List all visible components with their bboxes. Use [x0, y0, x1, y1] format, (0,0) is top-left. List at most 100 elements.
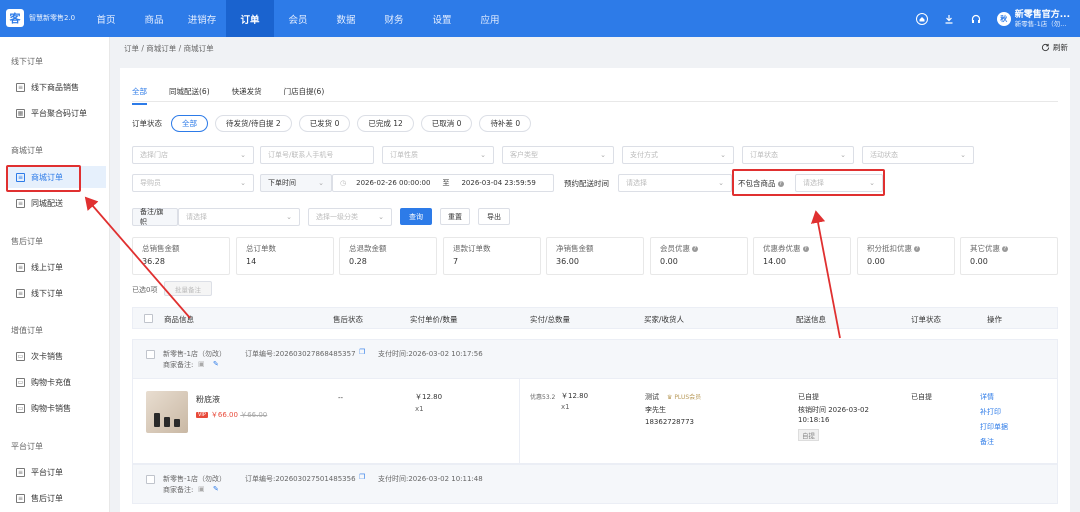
verify-time-clock: 10:18:16 — [798, 416, 830, 424]
tab-divider — [132, 101, 1058, 102]
image-icon: ▣ — [198, 485, 205, 493]
stat-card: 积分抵扣优惠? 0.00 — [857, 237, 955, 275]
image-icon: ▣ — [198, 360, 205, 368]
order-group-header: 新零售-1店（勿改） 订单编号:202603027501485356 ❐ 支付时… — [132, 464, 1058, 504]
order-nature-select[interactable]: 订单性质 ⌄ — [382, 146, 494, 164]
remark-type-select[interactable]: 备注/旗帜 — [132, 208, 178, 226]
order-number: 订单编号:202603027501485356 — [245, 475, 356, 483]
order-search-input[interactable]: 订单号/联系人手机号 — [260, 146, 374, 164]
document-icon: ≡ — [16, 288, 25, 298]
status-pill-price-diff[interactable]: 待补差 0 — [479, 115, 532, 132]
customer-type-select[interactable]: 客户类型 ⌄ — [502, 146, 614, 164]
app-logo[interactable]: 客 智慧新零售2.0 — [6, 9, 75, 27]
nav-finance[interactable]: 财务 — [370, 0, 418, 37]
nav-apps[interactable]: 应用 — [466, 0, 514, 37]
nav-settings[interactable]: 设置 — [418, 0, 466, 37]
status-pill-completed[interactable]: 已完成 12 — [357, 115, 414, 132]
activity-status-select[interactable]: 活动状态 ⌄ — [862, 146, 974, 164]
date-range-picker[interactable]: ◷ 2026-02-26 00:00:00 至 2026-03-04 23:59… — [332, 174, 554, 192]
crown-icon: ♛ — [667, 394, 673, 401]
nav-members[interactable]: 会员 — [274, 0, 322, 37]
sidebar-item-local-delivery[interactable]: ≡ 同城配送 — [8, 192, 106, 214]
print-receipt-link[interactable]: 打印单据 — [980, 422, 1008, 432]
order-checkbox[interactable] — [146, 475, 155, 484]
card-icon: ▭ — [16, 351, 25, 361]
sidebar-item-shopping-card-sales[interactable]: ▭ 购物卡销售 — [8, 397, 106, 419]
table-row: 粉底液 VIP ￥66.00 ￥66.00 -- ￥12.80 x1 优惠53.2… — [132, 379, 1058, 464]
remark-link[interactable]: 备注 — [980, 437, 994, 447]
sidebar-item-card-sales[interactable]: ▭ 次卡销售 — [8, 345, 106, 367]
reset-button[interactable]: 重置 — [440, 208, 470, 225]
copy-icon[interactable]: ❐ — [359, 473, 365, 481]
detail-link[interactable]: 详情 — [980, 392, 994, 402]
nav-inventory[interactable]: 进销存 — [178, 0, 226, 37]
edit-icon[interactable]: ✎ — [213, 360, 219, 368]
home-icon[interactable] — [915, 12, 928, 25]
sidebar-item-platform-orders[interactable]: ≡ 平台订单 — [8, 461, 106, 483]
sidebar-section-title: 售后订单 — [11, 237, 43, 246]
sidebar-item-after-sale-orders[interactable]: ≡ 售后订单 — [8, 487, 106, 509]
batch-remark-button[interactable]: 批量备注 — [164, 281, 212, 296]
category-select[interactable]: 选择一级分类 ⌄ — [308, 208, 392, 226]
delivery-time-select[interactable]: 请选择 ⌄ — [618, 174, 732, 192]
tab-local-delivery[interactable]: 同城配送(6) — [169, 86, 210, 105]
tab-all[interactable]: 全部 — [132, 86, 147, 105]
guide-select[interactable]: 导购员 ⌄ — [132, 174, 254, 192]
download-icon[interactable] — [943, 13, 955, 25]
nav-data[interactable]: 数据 — [322, 0, 370, 37]
stat-card: 总销售金额 36.28 — [132, 237, 230, 275]
status-pill-all[interactable]: 全部 — [171, 115, 208, 132]
user-name: 新零售官方... — [1014, 9, 1070, 20]
document-icon: ≡ — [16, 262, 25, 272]
chevron-down-icon: ⌄ — [718, 179, 724, 187]
product-name[interactable]: 粉底液 — [196, 394, 220, 405]
copy-icon[interactable]: ❐ — [359, 348, 365, 356]
search-button[interactable]: 查询 — [400, 208, 432, 225]
payment-method-select[interactable]: 支付方式 ⌄ — [622, 146, 734, 164]
document-icon: ≡ — [16, 493, 25, 503]
select-all-checkbox[interactable] — [144, 314, 153, 323]
sidebar-item-offline-sales[interactable]: ≡ 线下商品销售 — [8, 76, 106, 98]
tab-pickup[interactable]: 门店自提(6) — [284, 86, 325, 105]
time-type-select[interactable]: 下单时间 ⌄ — [260, 174, 332, 192]
tab-express[interactable]: 快递发货 — [232, 86, 262, 105]
discount-label: 优惠53.2 — [530, 394, 556, 401]
edit-icon[interactable]: ✎ — [213, 485, 219, 493]
chevron-down-icon: ⌄ — [240, 179, 246, 187]
sidebar-item-aggregate-code[interactable]: ▦ 平台聚合码订单 — [8, 102, 106, 124]
chevron-down-icon: ⌄ — [600, 151, 606, 159]
reprint-link[interactable]: 补打印 — [980, 407, 1001, 417]
document-icon: ≡ — [16, 467, 25, 477]
sidebar-item-shopping-card-recharge[interactable]: ▭ 购物卡充值 — [8, 371, 106, 393]
stat-card: 退款订单数 7 — [443, 237, 541, 275]
headset-icon[interactable] — [970, 13, 982, 25]
product-image[interactable] — [146, 391, 188, 433]
status-pill-shipped[interactable]: 已发货 0 — [298, 115, 351, 132]
order-tabs: 全部 同城配送(6) 快递发货 门店自提(6) — [132, 86, 324, 105]
buyer-name[interactable]: 测试 — [645, 392, 659, 402]
nav-products[interactable]: 商品 — [130, 0, 178, 37]
store-select[interactable]: 选择门店 ⌄ — [132, 146, 254, 164]
card-icon: ▭ — [16, 377, 25, 387]
chevron-down-icon: ⌄ — [480, 151, 486, 159]
order-checkbox[interactable] — [146, 350, 155, 359]
export-button[interactable]: 导出 — [478, 208, 510, 225]
merchant-remark: 商家备注: — [163, 486, 194, 494]
user-menu[interactable]: 秋 新零售官方... 新零售-1店（勿... — [996, 9, 1070, 28]
card-icon: ▭ — [16, 403, 25, 413]
nav-home[interactable]: 首页 — [82, 0, 130, 37]
sidebar-item-offline-orders[interactable]: ≡ 线下订单 — [8, 282, 106, 304]
refresh-button[interactable]: 刷新 — [1041, 42, 1068, 53]
nav-orders[interactable]: 订单 — [226, 0, 274, 37]
chevron-down-icon: ⌄ — [840, 151, 846, 159]
highlight-box — [732, 169, 885, 196]
remark-select[interactable]: 请选择 ⌄ — [178, 208, 300, 226]
stat-card: 总退款金额 0.28 — [339, 237, 437, 275]
date-separator: 至 — [442, 179, 450, 187]
sidebar-item-online-orders[interactable]: ≡ 线上订单 — [8, 256, 106, 278]
status-pill-pending[interactable]: 待发货/待自提 2 — [215, 115, 292, 132]
column-divider — [519, 379, 520, 464]
status-pill-cancelled[interactable]: 已取消 0 — [420, 115, 473, 132]
order-status-select[interactable]: 订单状态 ⌄ — [742, 146, 854, 164]
date-start: 2026-02-26 00:00:00 — [356, 179, 431, 187]
